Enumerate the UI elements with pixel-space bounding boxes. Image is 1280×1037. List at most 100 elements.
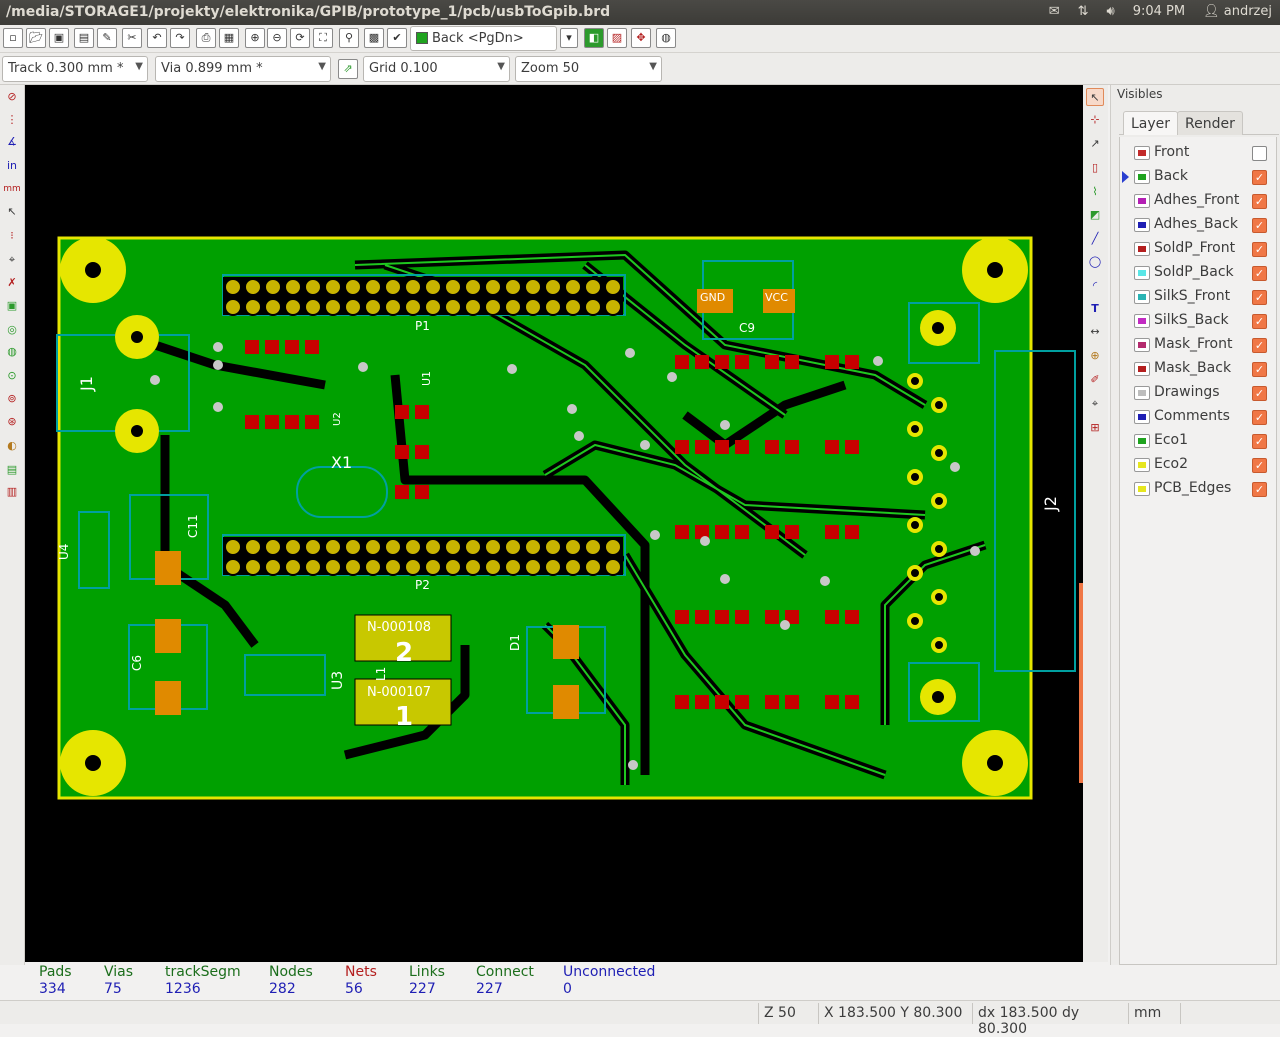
volume-icon[interactable]: 🔊︎ (1107, 4, 1115, 19)
add-text-icon[interactable]: T (1086, 300, 1104, 318)
auto-track-width-icon[interactable]: ⇗ (338, 59, 358, 79)
layer-row[interactable]: Mask_Front ✓ (1120, 333, 1278, 357)
layers-manager-icon[interactable]: ▤ (3, 461, 21, 479)
undo-icon[interactable]: ↶ (147, 28, 167, 48)
active-layer-select[interactable]: Back <PgDn> (410, 26, 557, 51)
layer-color-swatch[interactable] (1134, 194, 1150, 208)
layer-visible-checkbox[interactable]: ✓ (1252, 170, 1267, 185)
add-arc-icon[interactable]: ◜ (1086, 277, 1104, 295)
clock[interactable]: 9:04 PM (1133, 4, 1185, 19)
layer-visible-checkbox[interactable]: ✓ (1252, 242, 1267, 257)
layer-row[interactable]: Back ✓ (1120, 165, 1278, 189)
layer-row[interactable]: Eco2 ✓ (1120, 453, 1278, 477)
layer-row[interactable]: Mask_Back ✓ (1120, 357, 1278, 381)
layer-row[interactable]: SilkS_Front ✓ (1120, 285, 1278, 309)
plot-icon[interactable]: ▦ (219, 28, 239, 48)
vias-sketch-icon[interactable]: ⊚ (3, 390, 21, 408)
layer-pair-icon[interactable]: ◧ (584, 28, 604, 48)
module-editor-icon[interactable]: ▨ (607, 28, 627, 48)
layer-color-swatch[interactable] (1134, 482, 1150, 496)
layer-row[interactable]: SoldP_Back ✓ (1120, 261, 1278, 285)
layer-visible-checkbox[interactable]: ✓ (1252, 338, 1267, 353)
zone-sketch-icon[interactable]: ◍ (3, 343, 21, 361)
layer-row[interactable]: Adhes_Front ✓ (1120, 189, 1278, 213)
add-circle-icon[interactable]: ◯ (1086, 253, 1104, 271)
save-icon[interactable]: ▣ (49, 28, 69, 48)
layer-row[interactable]: SilkS_Back ✓ (1120, 309, 1278, 333)
zone-fill-icon[interactable]: ▣ (3, 297, 21, 315)
layer-visible-checkbox[interactable]: ✓ (1252, 266, 1267, 281)
layer-row[interactable]: SoldP_Front ✓ (1120, 237, 1278, 261)
layer-visible-checkbox[interactable]: ✓ (1252, 314, 1267, 329)
zoom-select[interactable]: Zoom 50 ▼ (515, 56, 662, 82)
tab-layer[interactable]: Layer (1123, 111, 1179, 135)
layer-color-swatch[interactable] (1134, 266, 1150, 280)
pcb-canvas[interactable]: J1 J2 X1 P1 P2 C9 U3 U4 C6 C11 L1 D1 U1 … (25, 85, 1083, 962)
zoom-fit-icon[interactable]: ⛶ (313, 28, 333, 48)
network-icon[interactable]: ⇅ (1078, 4, 1089, 19)
zone-outline-icon[interactable]: ◎ (3, 321, 21, 339)
zoom-in-icon[interactable]: ⊕ (245, 28, 265, 48)
layer-visible-checkbox[interactable]: ✓ (1252, 290, 1267, 305)
layer-color-swatch[interactable] (1134, 170, 1150, 184)
add-zone-icon[interactable]: ◩ (1086, 206, 1104, 224)
find-icon[interactable]: ⚲ (339, 28, 359, 48)
pcb-board-drawing[interactable]: J1 J2 X1 P1 P2 C9 U3 U4 C6 C11 L1 D1 U1 … (25, 85, 1083, 962)
layer-row[interactable]: Comments ✓ (1120, 405, 1278, 429)
layer-row[interactable]: PCB_Edges ✓ (1120, 477, 1278, 501)
tracks-sketch-icon[interactable]: ⊛ (3, 413, 21, 431)
module-ratsnest-icon[interactable]: ⌖ (3, 251, 21, 269)
grid-origin-icon[interactable]: ⊞ (1086, 419, 1104, 437)
units-inch-icon[interactable]: in (3, 157, 21, 175)
select-tool-icon[interactable]: ↖ (1086, 88, 1104, 106)
tab-render[interactable]: Render (1177, 111, 1243, 135)
drc-icon[interactable]: ✔ (387, 28, 407, 48)
layer-visible-checkbox[interactable]: ✓ (1252, 218, 1267, 233)
layer-row[interactable]: Front (1120, 141, 1278, 165)
delete-tool-icon[interactable]: ✐ (1086, 371, 1104, 389)
autodelete-track-icon[interactable]: ✗ (3, 274, 21, 292)
layer-color-swatch[interactable] (1134, 242, 1150, 256)
layer-color-swatch[interactable] (1134, 434, 1150, 448)
drc-off-icon[interactable]: ⊘ (3, 88, 21, 106)
mail-icon[interactable]: ✉ (1049, 4, 1060, 19)
polar-coords-icon[interactable]: ∡ (3, 133, 21, 151)
layer-visible-checkbox[interactable]: ✓ (1252, 362, 1267, 377)
layer-visible-checkbox[interactable]: ✓ (1252, 410, 1267, 425)
layer-visible-checkbox[interactable]: ✓ (1252, 482, 1267, 497)
redraw-icon[interactable]: ⟳ (290, 28, 310, 48)
add-dimension-icon[interactable]: ↔ (1086, 323, 1104, 341)
layer-visible-checkbox[interactable]: ✓ (1252, 434, 1267, 449)
cursor-shape-icon[interactable]: ↖ (3, 203, 21, 221)
layer-color-swatch[interactable] (1134, 146, 1150, 160)
pads-sketch-icon[interactable]: ⊙ (3, 367, 21, 385)
library-icon[interactable]: ✎ (97, 28, 117, 48)
open-file-icon[interactable]: 📂︎ (26, 28, 46, 48)
add-target-icon[interactable]: ⊕ (1086, 347, 1104, 365)
layer-dropdown-arrow-icon[interactable]: ▾ (560, 28, 578, 48)
layer-visible-checkbox[interactable]: ✓ (1252, 386, 1267, 401)
redo-icon[interactable]: ↷ (170, 28, 190, 48)
layer-row[interactable]: Eco1 ✓ (1120, 429, 1278, 453)
layer-visible-checkbox[interactable] (1252, 146, 1267, 161)
autoplace-icon[interactable]: ✥ (631, 28, 651, 48)
add-module-icon[interactable]: ▯ (1086, 159, 1104, 177)
web-icon[interactable]: ◍ (656, 28, 676, 48)
layer-visible-checkbox[interactable]: ✓ (1252, 458, 1267, 473)
local-ratsnest-icon[interactable]: ↗ (1086, 135, 1104, 153)
set-origin-icon[interactable]: ⌖ (1086, 395, 1104, 413)
layer-row[interactable]: Drawings ✓ (1120, 381, 1278, 405)
print-icon[interactable]: ⎙ (196, 28, 216, 48)
layer-color-swatch[interactable] (1134, 218, 1150, 232)
add-line-icon[interactable]: ╱ (1086, 230, 1104, 248)
zoom-out-icon[interactable]: ⊖ (267, 28, 287, 48)
highlight-net-icon[interactable]: ⊹ (1086, 111, 1104, 129)
layer-color-swatch[interactable] (1134, 386, 1150, 400)
layer-color-swatch[interactable] (1134, 362, 1150, 376)
via-size-select[interactable]: Via 0.899 mm * ▼ (155, 56, 331, 82)
layer-color-swatch[interactable] (1134, 458, 1150, 472)
microwave-toolbar-icon[interactable]: ▥ (3, 483, 21, 501)
grid-toggle-icon[interactable]: ⋮ (3, 111, 21, 129)
grid-select[interactable]: Grid 0.100 ▼ (363, 56, 510, 82)
layer-row[interactable]: Adhes_Back ✓ (1120, 213, 1278, 237)
